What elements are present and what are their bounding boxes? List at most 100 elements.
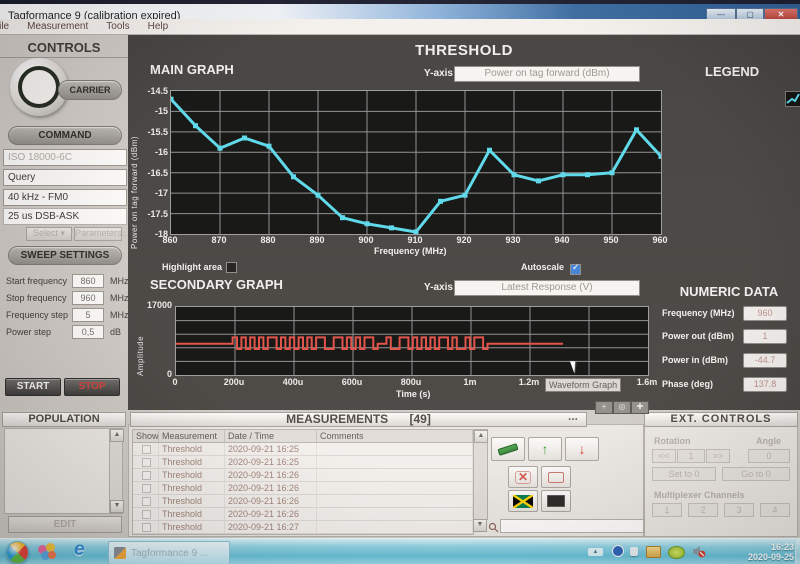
main-graph-plot[interactable]	[170, 90, 662, 235]
yaxis-select[interactable]: Power on tag forward (dBm)	[454, 66, 640, 82]
select-button: Select ▾	[26, 227, 72, 241]
menu-item-file[interactable]: File	[0, 21, 9, 32]
show-checkbox[interactable]	[142, 458, 151, 467]
table-body: Threshold2020-09-21 16:25Threshold2020-0…	[133, 443, 473, 534]
measurements-header: MEASUREMENTS [49] ...	[130, 412, 587, 427]
secondary-graph-xtick: 1m	[456, 377, 484, 387]
modulation-select[interactable]: 25 us DSB-ASK	[3, 208, 127, 225]
channel-4-button: 4	[760, 503, 790, 517]
col-measurement[interactable]: Measurement	[159, 430, 225, 442]
show-hidden-icons-button[interactable]: ▲	[588, 548, 603, 556]
main-graph-xtick: 940	[550, 235, 574, 245]
secondary-graph-plot[interactable]	[175, 306, 649, 376]
start-button[interactable]	[6, 541, 29, 564]
table-row[interactable]: Threshold2020-09-21 16:26	[133, 469, 473, 482]
table-row[interactable]: Threshold2020-09-21 16:26	[133, 482, 473, 495]
legend-curve-icon[interactable]	[785, 91, 800, 107]
title-bar[interactable]: Tagformance 9 (calibration expired) — ▢ …	[0, 4, 800, 20]
down-arrow-icon: ↓	[579, 441, 586, 457]
add-tag-button[interactable]	[491, 437, 525, 461]
show-checkbox[interactable]	[142, 445, 151, 454]
menu-item-measurement[interactable]: Measurement	[27, 21, 88, 32]
parameters-button: Parameters...	[74, 227, 122, 241]
population-scrollbar[interactable]: ▲ ▼	[109, 428, 123, 514]
scroll-up-icon[interactable]: ▲	[110, 429, 124, 442]
controls-panel: CONTROLS CARRIER COMMAND ISO 18000-6C Qu…	[0, 34, 128, 410]
measurements-scrollbar[interactable]: ▲	[473, 429, 488, 520]
main-graph-ytick: -15	[140, 106, 168, 116]
cell-comment	[317, 456, 473, 468]
stop-frequency-field[interactable]: 960	[72, 291, 104, 305]
cell-datetime: 2020-09-21 16:26	[225, 508, 317, 520]
numeric-data-title: NUMERIC DATA	[658, 284, 800, 299]
table-row[interactable]: Threshold2020-09-21 16:25	[133, 443, 473, 456]
population-list[interactable]	[4, 428, 110, 514]
frequency-step-row: Frequency step 5 MHz	[6, 309, 124, 323]
table-row[interactable]: Threshold2020-09-21 16:26	[133, 508, 473, 521]
tray-device-icon[interactable]	[630, 547, 638, 556]
highlight-area-checkbox[interactable]	[226, 262, 237, 273]
delete-button[interactable]: ✕	[508, 466, 538, 488]
stop-button[interactable]: STOP	[64, 378, 120, 396]
col-show[interactable]: Show	[133, 430, 159, 442]
scroll-down-icon[interactable]: ▼	[110, 500, 124, 513]
menu-item-help[interactable]: Help	[148, 21, 169, 32]
yaxis2-select[interactable]: Latest Response (V)	[454, 280, 640, 296]
cursor-tool-button[interactable]: +	[595, 401, 613, 414]
yaxis-label: Y-axis	[424, 68, 453, 79]
taskbar-task-tagformance[interactable]: Tagformance 9 ...	[108, 541, 230, 564]
command-button[interactable]: COMMAND	[8, 126, 122, 145]
frequency-step-field[interactable]: 5	[72, 308, 104, 322]
rotate-right-button: >>	[706, 449, 730, 463]
show-desktop-button[interactable]	[795, 539, 800, 564]
pinwheel-app-icon[interactable]	[38, 543, 56, 561]
col-comments[interactable]: Comments	[317, 430, 473, 442]
cell-datetime: 2020-09-21 16:25	[225, 456, 317, 468]
command-select[interactable]: Query	[3, 169, 127, 186]
table-row[interactable]: Threshold2020-09-21 16:25	[133, 456, 473, 469]
show-checkbox[interactable]	[142, 484, 151, 493]
power-step-field[interactable]: 0,5	[72, 325, 104, 339]
secondary-graph-xtick: 800u	[397, 377, 425, 387]
download-button[interactable]: ↓	[565, 437, 599, 461]
scroll-up-icon[interactable]: ▲	[474, 430, 488, 443]
secondary-graph-ylabel: Amplitude	[136, 306, 145, 376]
flag-button[interactable]	[508, 490, 538, 512]
tray-headset-icon[interactable]	[612, 545, 624, 557]
zoom-tool-button[interactable]: ◎	[613, 401, 631, 414]
taskbar-clock[interactable]: 16:23 2020-09-25	[748, 542, 794, 562]
scroll-down-icon[interactable]: ▼	[473, 519, 487, 532]
upload-button[interactable]: ↑	[528, 437, 562, 461]
flag-icon	[513, 495, 533, 508]
menu-item-tools[interactable]: Tools	[106, 21, 129, 32]
tray-status-icon[interactable]	[668, 546, 685, 559]
menu-bar: File Measurement Tools Help	[0, 19, 800, 35]
show-checkbox[interactable]	[142, 523, 151, 532]
measurements-more-button[interactable]: ...	[568, 410, 578, 423]
show-checkbox[interactable]	[142, 497, 151, 506]
cell-comment	[317, 508, 473, 520]
stop-frequency-label: Stop frequency	[6, 293, 67, 303]
autoscale-checkbox[interactable]	[570, 264, 581, 275]
show-checkbox[interactable]	[142, 471, 151, 480]
col-datetime[interactable]: Date / Time	[225, 430, 317, 442]
main-graph-xlabel: Frequency (MHz)	[374, 246, 447, 256]
delete-x-icon: ✕	[515, 471, 531, 484]
tray-volume-muted-icon[interactable]	[692, 545, 706, 563]
table-row[interactable]: Threshold2020-09-21 16:27	[133, 521, 473, 534]
black-screen-button[interactable]	[541, 490, 571, 512]
pan-tool-button[interactable]: ✚	[631, 401, 649, 414]
start-frequency-field[interactable]: 860	[72, 274, 104, 288]
start-button[interactable]: START	[5, 378, 61, 396]
sweep-settings-button[interactable]: SWEEP SETTINGS	[8, 246, 122, 265]
show-checkbox[interactable]	[142, 510, 151, 519]
cell-measurement: Threshold	[159, 521, 225, 533]
table-row[interactable]: Threshold2020-09-21 16:26	[133, 495, 473, 508]
internet-explorer-icon[interactable]: e	[74, 539, 85, 561]
link-select[interactable]: 40 kHz - FM0	[3, 189, 127, 206]
yaxis2-label: Y-axis	[424, 282, 453, 293]
search-input[interactable]	[500, 519, 644, 533]
load-button[interactable]	[541, 466, 571, 488]
carrier-button[interactable]: CARRIER	[58, 80, 122, 100]
tray-folder-icon[interactable]	[646, 546, 661, 558]
